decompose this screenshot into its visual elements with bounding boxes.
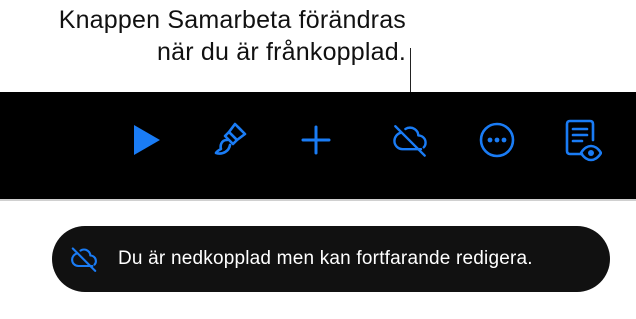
play-button[interactable]	[124, 118, 168, 162]
reading-view-button[interactable]	[560, 118, 604, 162]
play-icon	[134, 125, 160, 155]
offline-banner-message: Du är nedkopplad men kan fortfarande red…	[118, 248, 533, 269]
cloud-offline-icon	[393, 125, 427, 157]
ellipsis-circle-icon	[479, 122, 515, 158]
offline-banner: Du är nedkopplad men kan fortfarande red…	[52, 226, 610, 292]
toolbar-divider	[0, 199, 636, 201]
document-view-icon	[565, 119, 602, 162]
cloud-offline-icon	[66, 245, 102, 273]
more-button[interactable]	[475, 118, 519, 162]
callout-text: Knappen Samarbeta förändras när du är fr…	[59, 4, 406, 68]
insert-button[interactable]	[294, 118, 338, 162]
paintbrush-icon	[214, 122, 247, 155]
collaborate-button[interactable]	[388, 118, 432, 162]
plus-icon	[301, 125, 331, 155]
format-button[interactable]	[209, 118, 253, 162]
callout-line-1: Knappen Samarbeta förändras	[58, 6, 406, 34]
callout-line-2: när du är frånkopplad.	[156, 38, 406, 66]
